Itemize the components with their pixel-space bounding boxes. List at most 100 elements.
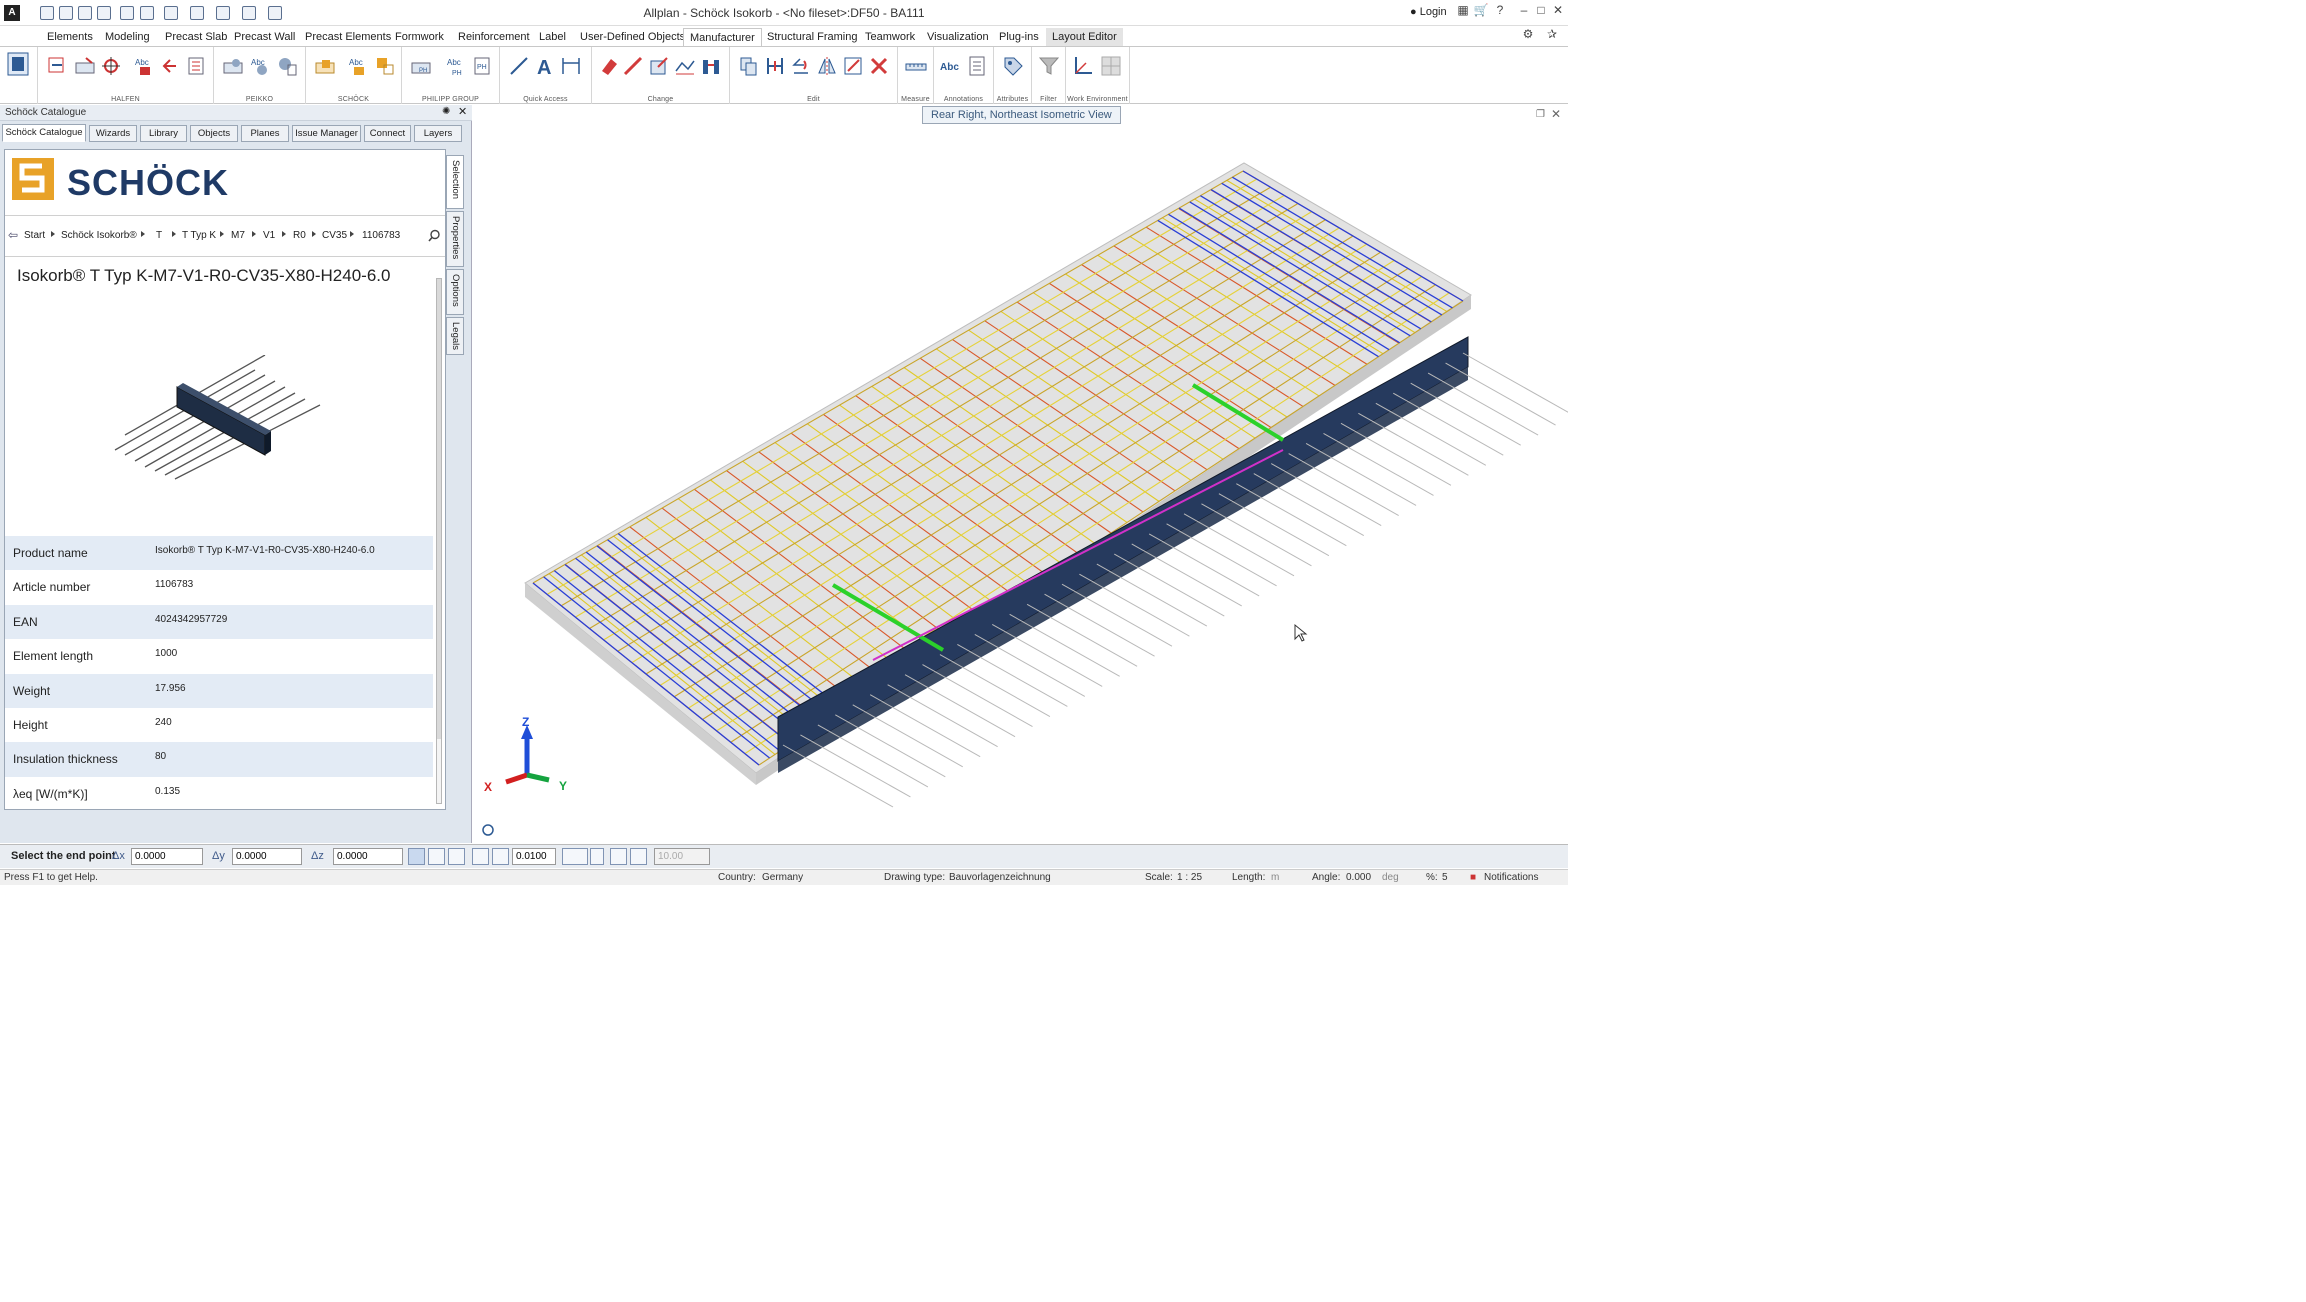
angle-unit[interactable]: deg bbox=[1382, 872, 1399, 883]
breadcrumb-v1[interactable]: V1 bbox=[263, 230, 275, 241]
panel-pin-icon[interactable]: ✺ bbox=[442, 106, 450, 117]
step-input[interactable] bbox=[512, 848, 556, 865]
scale-icon[interactable] bbox=[842, 55, 864, 77]
search-icon[interactable] bbox=[428, 229, 441, 242]
breadcrumb-cv35[interactable]: CV35 bbox=[322, 230, 347, 241]
scrollbar-thumb[interactable] bbox=[437, 279, 441, 739]
catalogue-open-icon[interactable] bbox=[6, 51, 32, 81]
angle-lock-icon[interactable] bbox=[610, 848, 627, 865]
layer-select-icon[interactable] bbox=[562, 848, 588, 865]
halfen-rebar-icon[interactable] bbox=[100, 55, 122, 77]
dy-input[interactable] bbox=[232, 848, 302, 865]
schoeck-list-icon[interactable] bbox=[374, 55, 396, 77]
halfen-place-icon[interactable] bbox=[46, 55, 68, 77]
view-label[interactable]: Rear Right, Northeast Isometric View bbox=[922, 106, 1121, 124]
maximize-button[interactable]: □ bbox=[1533, 3, 1549, 21]
side-tab-selection[interactable]: Selection bbox=[446, 155, 464, 209]
tab-formwork[interactable]: Formwork bbox=[389, 28, 450, 47]
tab-teamwork[interactable]: Teamwork bbox=[859, 28, 921, 47]
length-unit[interactable]: m bbox=[1271, 872, 1279, 883]
tab-plug-ins[interactable]: Plug-ins bbox=[993, 28, 1045, 47]
peikko-open-icon[interactable] bbox=[222, 55, 244, 77]
percent-value[interactable]: 5 bbox=[1442, 872, 1448, 883]
side-tab-options[interactable]: Options bbox=[446, 269, 464, 315]
halfen-list-icon[interactable] bbox=[186, 55, 208, 77]
viewport-restore-icon[interactable]: ❐ bbox=[1536, 109, 1545, 120]
notification-bell-icon[interactable]: ■ bbox=[1470, 872, 1476, 883]
drawing-type-value[interactable]: Bauvorlagenzeichnung bbox=[949, 872, 1051, 883]
ptab-issue-manager[interactable]: Issue Manager bbox=[292, 125, 361, 142]
tab-elements[interactable]: Elements bbox=[41, 28, 99, 47]
settings-gear-icon[interactable]: ⚙ bbox=[1520, 27, 1536, 45]
attributes-tag-icon[interactable] bbox=[1002, 55, 1024, 77]
tab-modeling[interactable]: Modeling bbox=[99, 28, 156, 47]
content-scrollbar[interactable] bbox=[436, 278, 442, 804]
ptab-objects[interactable]: Objects bbox=[190, 125, 238, 142]
ptab-schoeck-catalogue[interactable]: Schöck Catalogue bbox=[2, 124, 86, 142]
peikko-label-icon[interactable]: Abc bbox=[250, 55, 272, 77]
halfen-label-icon[interactable]: Abc bbox=[134, 55, 156, 77]
annotation-text-icon[interactable]: Abc bbox=[940, 55, 962, 77]
chevron-down-icon[interactable] bbox=[590, 848, 604, 865]
snap-point-icon[interactable] bbox=[428, 848, 445, 865]
ptab-connect[interactable]: Connect bbox=[364, 125, 411, 142]
modify-format-icon[interactable] bbox=[648, 55, 670, 77]
coordinate-system-icon[interactable] bbox=[1072, 55, 1094, 77]
3d-viewport[interactable]: Z X Y Rear Right, Northeast Isometric Vi… bbox=[473, 105, 1568, 843]
tab-precast-wall[interactable]: Precast Wall bbox=[228, 28, 301, 47]
cart-icon[interactable]: 🛒 bbox=[1473, 3, 1489, 21]
back-arrow-icon[interactable]: ⇦ bbox=[8, 228, 18, 242]
grid-snap-icon[interactable] bbox=[472, 848, 489, 865]
schoeck-open-icon[interactable] bbox=[314, 55, 336, 77]
ptab-planes[interactable]: Planes bbox=[241, 125, 289, 142]
breadcrumb-m7[interactable]: M7 bbox=[231, 230, 245, 241]
delete-icon[interactable] bbox=[868, 55, 890, 77]
breadcrumb-article[interactable]: 1106783 bbox=[362, 230, 400, 241]
copy-elements-icon[interactable] bbox=[738, 55, 760, 77]
peikko-list-icon[interactable] bbox=[276, 55, 298, 77]
tab-precast-slab[interactable]: Precast Slab bbox=[159, 28, 233, 47]
line-icon[interactable] bbox=[508, 55, 530, 77]
halfen-open-icon[interactable] bbox=[74, 55, 96, 77]
country-value[interactable]: Germany bbox=[762, 872, 803, 883]
polyline-icon[interactable] bbox=[674, 55, 696, 77]
dx-input[interactable] bbox=[131, 848, 203, 865]
tab-user-defined-objects[interactable]: User-Defined Objects bbox=[574, 28, 691, 47]
scale-value[interactable]: 1 : 25 bbox=[1177, 872, 1202, 883]
schoeck-label-icon[interactable]: Abc bbox=[348, 55, 370, 77]
philipp-list-icon[interactable]: PH bbox=[472, 55, 494, 77]
breadcrumb-start[interactable]: Start bbox=[24, 230, 45, 241]
filter-funnel-icon[interactable] bbox=[1038, 55, 1060, 77]
rebar-model-scene[interactable]: Z X Y bbox=[473, 105, 1568, 843]
breadcrumb-r0[interactable]: R0 bbox=[293, 230, 306, 241]
split-icon[interactable] bbox=[700, 55, 722, 77]
side-tab-properties[interactable]: Properties bbox=[446, 211, 464, 267]
tab-label[interactable]: Label bbox=[533, 28, 572, 47]
philipp-label-icon[interactable]: Abc PH bbox=[446, 55, 468, 77]
notifications-button[interactable]: Notifications bbox=[1484, 872, 1538, 883]
tab-reinforcement[interactable]: Reinforcement bbox=[452, 28, 536, 47]
tab-manufacturer[interactable]: Manufacturer bbox=[683, 28, 762, 47]
step-icon[interactable] bbox=[492, 848, 509, 865]
side-tab-legals[interactable]: Legals bbox=[446, 317, 464, 355]
text-icon[interactable]: A bbox=[534, 55, 556, 77]
close-button[interactable]: ✕ bbox=[1550, 3, 1566, 21]
snap-angle-icon[interactable] bbox=[448, 848, 465, 865]
philipp-open-icon[interactable]: PH bbox=[410, 55, 432, 77]
viewport-close-icon[interactable]: ✕ bbox=[1551, 107, 1561, 121]
tab-layout-editor[interactable]: Layout Editor bbox=[1046, 28, 1123, 47]
ptab-layers[interactable]: Layers bbox=[414, 125, 462, 142]
ptab-wizards[interactable]: Wizards bbox=[89, 125, 137, 142]
angle-free-icon[interactable] bbox=[630, 848, 647, 865]
minimize-button[interactable]: – bbox=[1516, 3, 1532, 21]
rotate-icon[interactable] bbox=[790, 55, 812, 77]
dimension-line-icon[interactable] bbox=[560, 55, 582, 77]
breadcrumb-t[interactable]: T bbox=[156, 230, 162, 241]
angle-input[interactable] bbox=[654, 848, 710, 865]
tab-structural-framing[interactable]: Structural Framing bbox=[761, 28, 863, 47]
annotation-list-icon[interactable] bbox=[966, 55, 988, 77]
dz-input[interactable] bbox=[333, 848, 403, 865]
grid-icon[interactable] bbox=[1100, 55, 1122, 77]
eraser-icon[interactable] bbox=[598, 55, 620, 77]
track-point-icon[interactable] bbox=[408, 848, 425, 865]
